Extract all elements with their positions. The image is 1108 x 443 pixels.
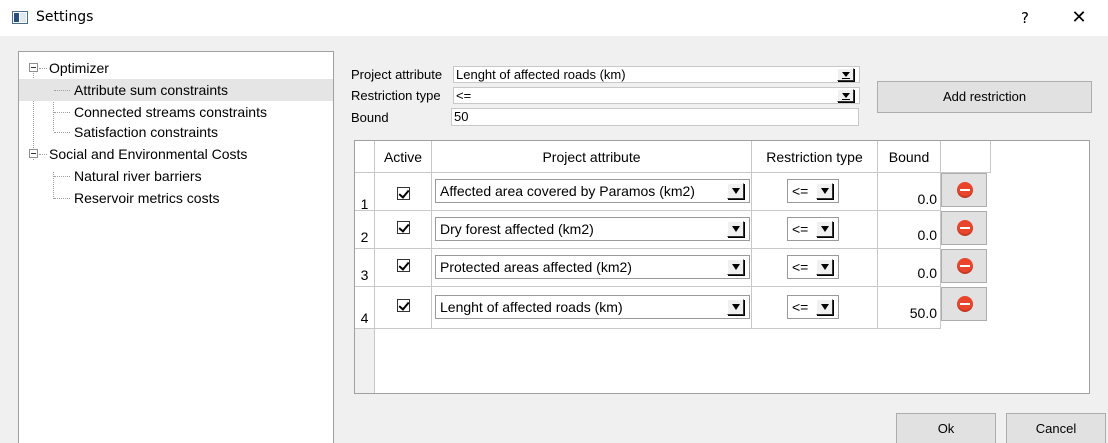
restriction-select[interactable]: <= [787, 295, 839, 319]
delete-row-button[interactable] [941, 173, 987, 207]
attribute-select[interactable]: Dry forest affected (km2) [435, 217, 750, 241]
restriction-cell: <= [752, 173, 878, 211]
chevron-down-icon[interactable] [816, 221, 833, 237]
restriction-cell: <= [752, 249, 878, 287]
attribute-cell: Lenght of affected roads (km) [432, 287, 752, 329]
active-cell [375, 287, 432, 329]
attribute-cell: Dry forest affected (km2) [432, 211, 752, 249]
restriction-cell: <= [752, 287, 878, 329]
row-header[interactable]: 2 [355, 211, 375, 249]
chevron-down-icon[interactable] [816, 259, 833, 275]
row-header[interactable]: 4 [355, 287, 375, 329]
ok-button[interactable]: Ok [896, 413, 996, 443]
active-cell [375, 249, 432, 287]
restriction-select[interactable]: <= [787, 179, 839, 203]
chevron-down-icon[interactable] [727, 299, 744, 315]
header-project-attribute[interactable]: Project attribute [432, 141, 752, 173]
attribute-cell: Affected area covered by Paramos (km2) [432, 173, 752, 211]
bound-cell: 0.0 [878, 173, 941, 211]
bound-cell: 50.0 [878, 287, 941, 329]
chevron-down-icon[interactable] [837, 68, 854, 81]
tree-item-optimizer[interactable]: Optimizer [19, 57, 333, 79]
tree-item-natural-river-barriers[interactable]: Natural river barriers [19, 165, 333, 187]
remove-icon [957, 220, 973, 236]
remove-icon [957, 258, 973, 274]
window-title: Settings [36, 9, 94, 25]
active-checkbox[interactable] [397, 187, 410, 200]
chevron-down-icon[interactable] [727, 259, 744, 275]
settings-tree: Optimizer Attribute sum constraints Conn… [18, 51, 334, 443]
project-attribute-select[interactable]: Lenght of affected roads (km) [453, 66, 860, 83]
attribute-select[interactable]: Protected areas affected (km2) [435, 255, 750, 279]
tree-item-attribute-sum-constraints[interactable]: Attribute sum constraints [19, 79, 333, 101]
attribute-cell: Protected areas affected (km2) [432, 249, 752, 287]
restriction-select[interactable]: <= [787, 217, 839, 241]
close-button[interactable]: ✕ [1064, 6, 1094, 30]
bound-input[interactable]: 50 [451, 108, 859, 126]
app-icon [12, 11, 28, 24]
restriction-type-label: Restriction type [351, 88, 441, 103]
remove-icon [957, 182, 973, 198]
add-restriction-button[interactable]: Add restriction [877, 81, 1092, 113]
delete-row-button[interactable] [941, 211, 987, 245]
restriction-type-select[interactable]: <= [453, 87, 860, 104]
collapse-icon[interactable] [29, 63, 38, 72]
restriction-cell: <= [752, 211, 878, 249]
chevron-down-icon[interactable] [837, 89, 854, 102]
restriction-select[interactable]: <= [787, 255, 839, 279]
bound-label: Bound [351, 110, 389, 125]
bound-cell: 0.0 [878, 211, 941, 249]
cancel-button[interactable]: Cancel [1006, 413, 1106, 443]
header-bound[interactable]: Bound [878, 141, 941, 173]
chevron-down-icon[interactable] [816, 183, 833, 199]
chevron-down-icon[interactable] [727, 183, 744, 199]
project-attribute-label: Project attribute [351, 67, 443, 82]
chevron-down-icon[interactable] [816, 299, 833, 315]
chevron-down-icon[interactable] [727, 221, 744, 237]
row-header[interactable]: 1 [355, 173, 375, 212]
remove-icon [957, 296, 973, 312]
tree-item-satisfaction-constraints[interactable]: Satisfaction constraints [19, 121, 333, 143]
attribute-select[interactable]: Lenght of affected roads (km) [435, 295, 750, 319]
tree-item-reservoir-metrics-costs[interactable]: Reservoir metrics costs [19, 187, 333, 209]
header-delete [941, 141, 991, 173]
active-cell [375, 173, 432, 211]
delete-row-button[interactable] [941, 249, 987, 283]
table-header: Active Project attribute Restriction typ… [355, 141, 991, 173]
tree-item-social-environmental-costs[interactable]: Social and Environmental Costs [19, 143, 333, 165]
title-bar: Settings ? ✕ [0, 0, 1108, 36]
corner-cell [355, 141, 375, 173]
header-restriction-type[interactable]: Restriction type [752, 141, 878, 173]
help-button[interactable]: ? [1010, 6, 1040, 30]
active-checkbox[interactable] [397, 221, 410, 234]
restrictions-table: Active Project attribute Restriction typ… [354, 140, 1090, 394]
active-checkbox[interactable] [397, 299, 410, 312]
active-checkbox[interactable] [397, 259, 410, 272]
bound-cell: 0.0 [878, 249, 941, 287]
row-header[interactable]: 3 [355, 249, 375, 287]
active-cell [375, 211, 432, 249]
attribute-select[interactable]: Affected area covered by Paramos (km2) [435, 179, 750, 203]
header-active[interactable]: Active [375, 141, 432, 173]
delete-row-button[interactable] [941, 287, 987, 321]
tree-item-connected-streams-constraints[interactable]: Connected streams constraints [19, 101, 333, 123]
collapse-icon[interactable] [29, 149, 38, 158]
